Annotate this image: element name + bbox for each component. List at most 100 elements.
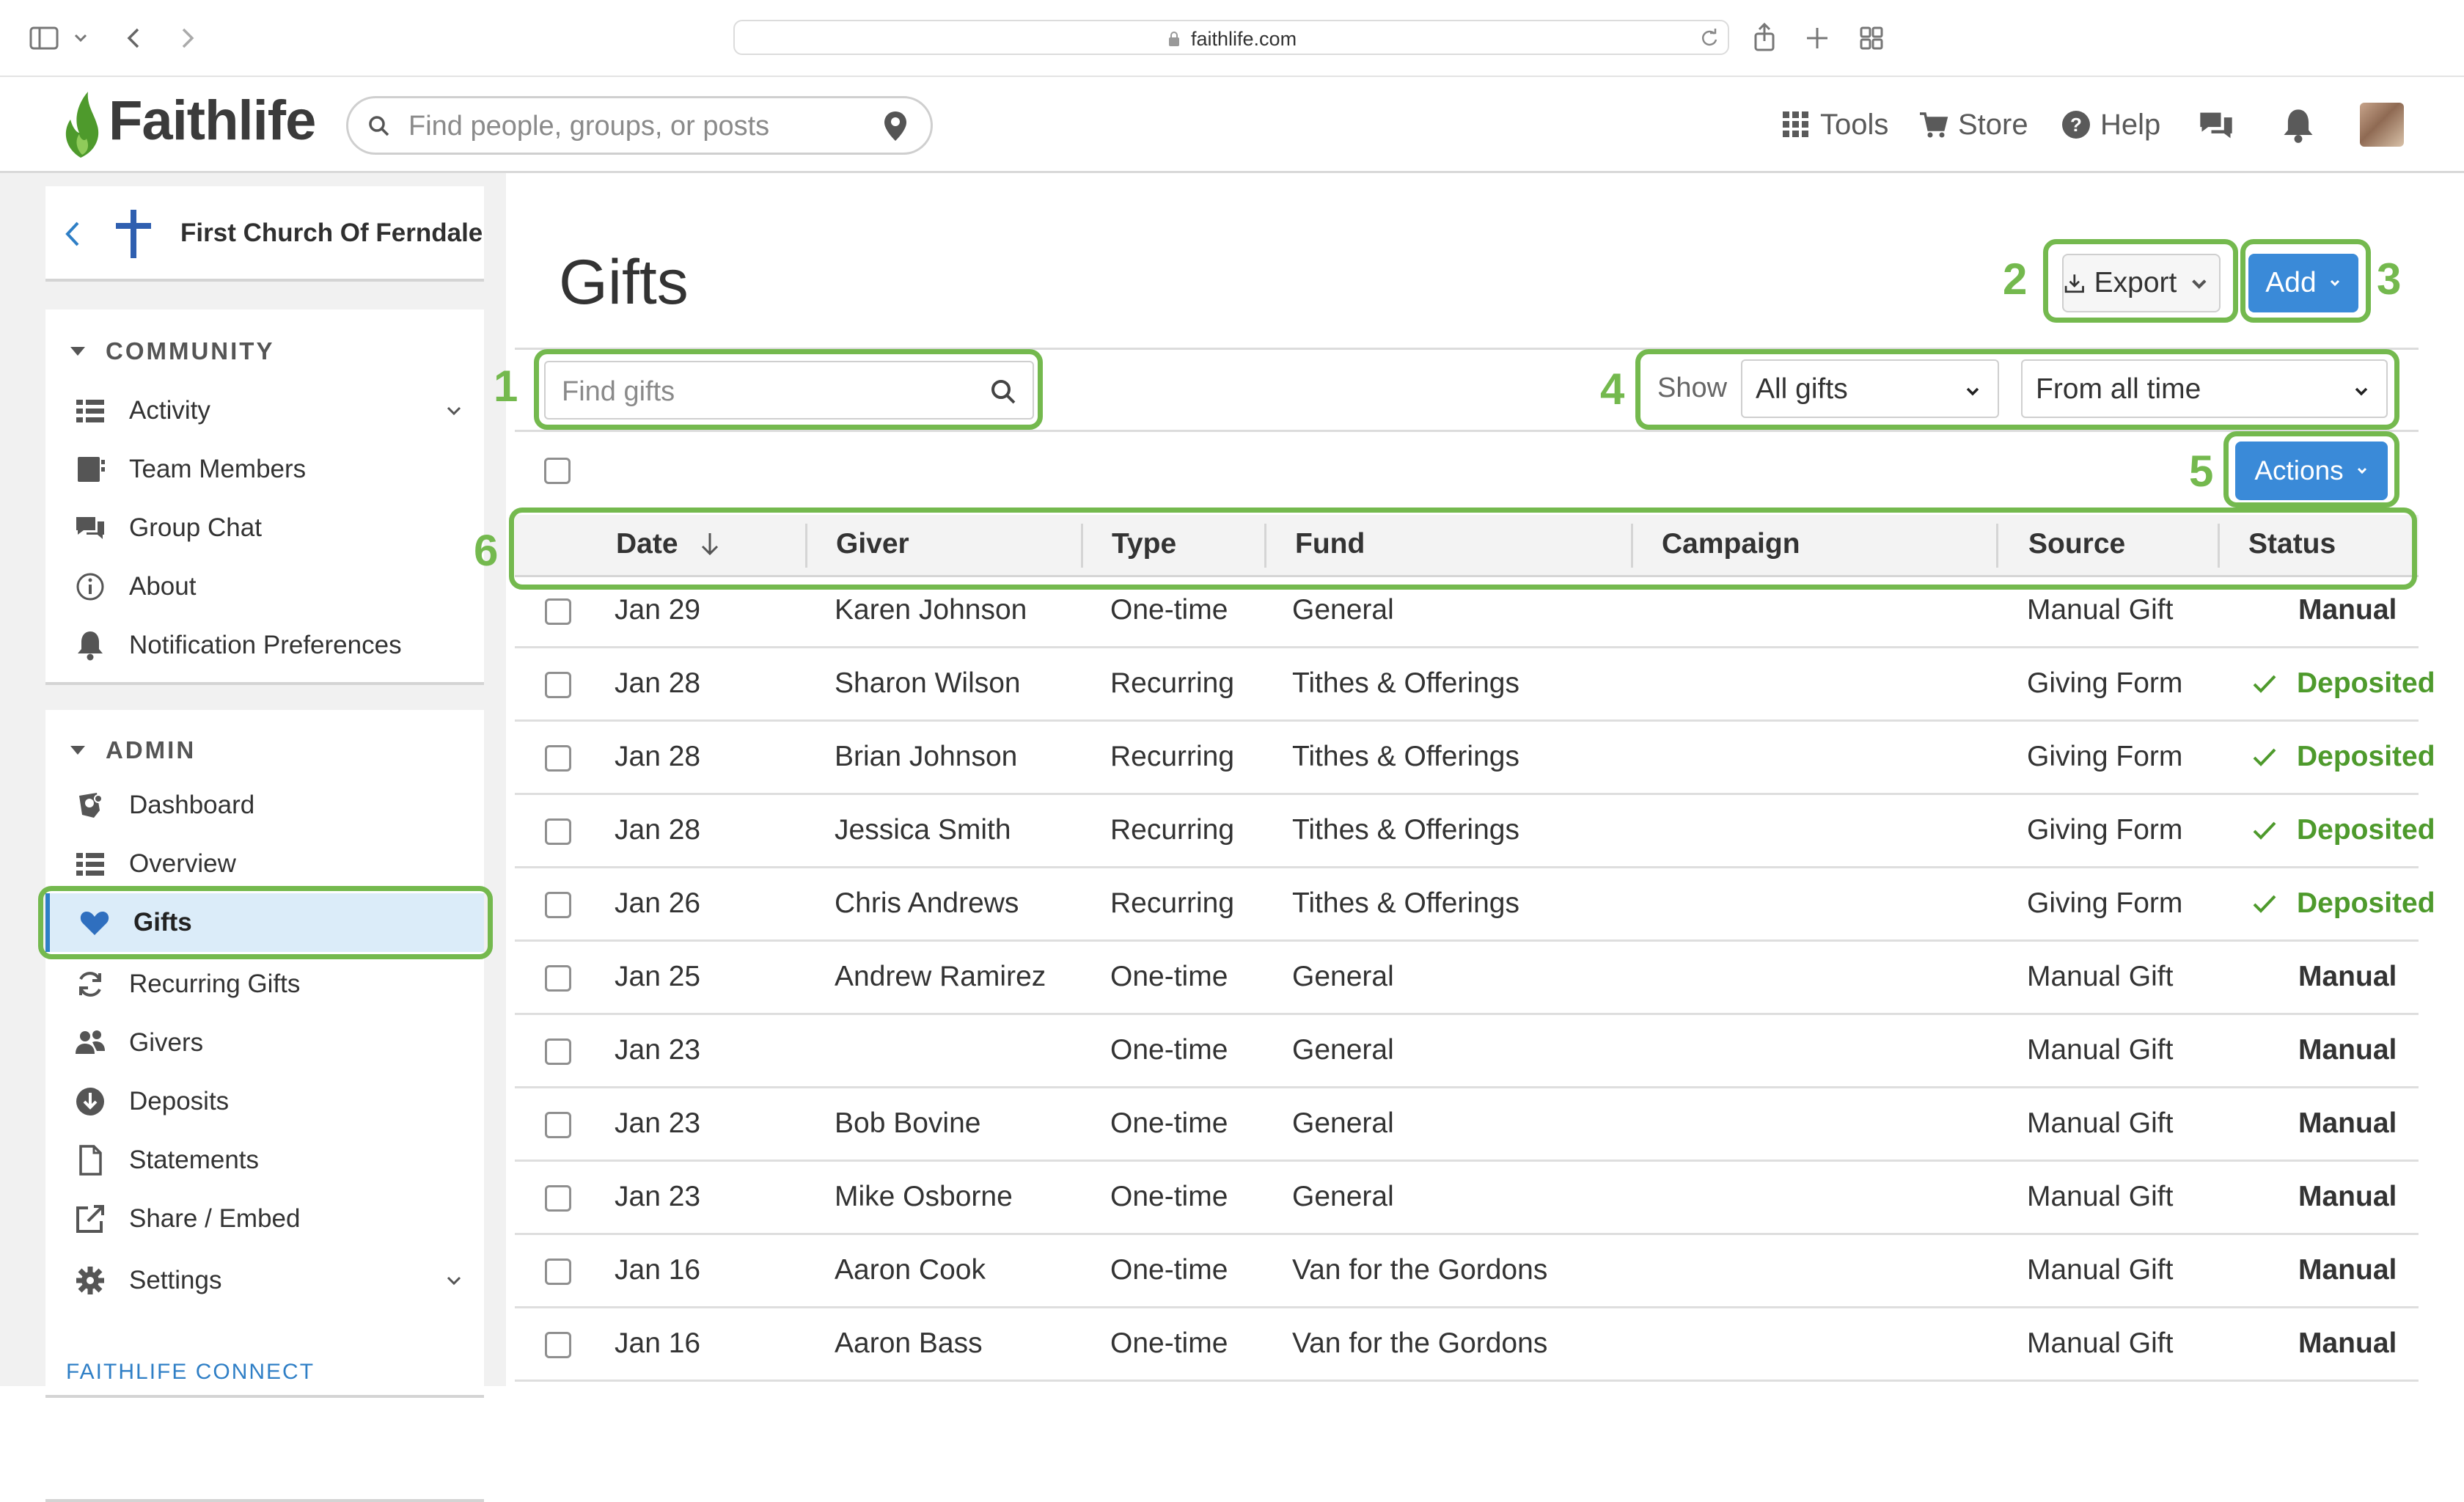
select-all-checkbox[interactable] [544, 458, 571, 484]
callout-number: 3 [2377, 254, 2402, 304]
cell-date: Jan 28 [615, 667, 701, 699]
row-checkbox[interactable] [545, 818, 571, 845]
status-text: Deposited [2297, 667, 2435, 699]
admin-heading[interactable]: ADMIN [70, 736, 196, 764]
cell-fund: General [1292, 1034, 1394, 1066]
sidebar-item-overview[interactable]: Overview [45, 835, 484, 893]
sidebar-item-dashboard[interactable]: Dashboard [45, 776, 484, 835]
sidebar-item-activity[interactable]: Activity [45, 381, 484, 440]
sidebar-item-deposits[interactable]: Deposits [45, 1072, 484, 1131]
share-browser-icon[interactable] [1747, 21, 1782, 56]
sidebar-item-team-members[interactable]: Team Members [45, 440, 484, 499]
help-link[interactable]: ? Help [2061, 99, 2160, 150]
overview-list-icon [76, 853, 104, 876]
location-pin-icon[interactable] [881, 109, 910, 144]
sidebar-item-group-chat[interactable]: Group Chat [45, 499, 484, 557]
status-text: Manual [2298, 1254, 2397, 1286]
cell-type: Recurring [1110, 667, 1235, 699]
global-search-input[interactable] [407, 107, 850, 145]
cell-type: One-time [1110, 1327, 1228, 1359]
messages-icon[interactable] [2197, 106, 2235, 144]
gear-icon [76, 1267, 104, 1294]
row-checkbox[interactable] [545, 1185, 571, 1212]
share-icon [76, 1205, 104, 1233]
cell-status: Manual [2298, 1327, 2397, 1360]
table-row[interactable]: Jan 28 Jessica Smith Recurring Tithes & Off… [515, 795, 2435, 868]
row-checkbox[interactable] [545, 745, 571, 772]
callout-filters-highlight [1635, 349, 2399, 430]
sidebar-item-settings[interactable]: Settings [45, 1251, 484, 1310]
callout-gifts-nav-highlight [38, 886, 493, 959]
cell-status: Manual [2298, 1034, 2397, 1066]
cell-date: Jan 23 [615, 1034, 701, 1066]
table-row[interactable]: Jan 16 Aaron Bass One-time Van for the Gord… [515, 1308, 2419, 1382]
table-row[interactable]: Jan 23 Mike Osborne One-time General Manual … [515, 1162, 2419, 1235]
cell-giver: Sharon Wilson [835, 667, 1021, 699]
chevron-down-icon[interactable] [70, 21, 91, 56]
callout-add-highlight [2240, 239, 2371, 323]
row-checkbox[interactable] [545, 1259, 571, 1285]
status-text: Manual [2298, 1107, 2397, 1139]
status-text: Deposited [2297, 887, 2435, 919]
chevron-down-icon[interactable] [443, 1270, 465, 1292]
row-checkbox[interactable] [545, 598, 571, 625]
sidebar-item-givers[interactable]: Givers [45, 1014, 484, 1072]
sidebar-item-recurring-gifts[interactable]: Recurring Gifts [45, 955, 484, 1014]
table-row[interactable]: Jan 28 Sharon Wilson Recurring Tithes & Off… [515, 648, 2435, 722]
logo-text[interactable]: Faithlife [109, 89, 316, 153]
faithlife-connect-heading[interactable]: FAITHLIFE CONNECT [66, 1360, 315, 1385]
notifications-bell-icon[interactable] [2279, 106, 2317, 144]
table-row[interactable]: Jan 26 Chris Andrews Recurring Tithes & Off… [515, 868, 2435, 942]
row-checkbox[interactable] [545, 1038, 571, 1065]
table-row[interactable]: Jan 25 Andrew Ramirez One-time General Manua… [515, 942, 2419, 1015]
row-checkbox[interactable] [545, 892, 571, 918]
cell-fund: Van for the Gordons [1292, 1254, 1548, 1286]
help-icon: ? [2062, 111, 2090, 139]
new-tab-icon[interactable] [1800, 21, 1835, 56]
cell-source: Manual Gift [2027, 1181, 2174, 1212]
cell-status: Deposited [2250, 667, 2435, 700]
row-checkbox[interactable] [545, 672, 571, 698]
cart-icon [1920, 112, 1948, 138]
sidebar-item-statements[interactable]: Statements [45, 1131, 484, 1190]
cell-status: Manual [2298, 1107, 2397, 1140]
row-checkbox[interactable] [545, 1112, 571, 1138]
back-icon[interactable] [117, 21, 153, 56]
url-text: faithlife.com [1191, 28, 1297, 50]
checkmark-icon [2253, 821, 2276, 840]
cell-date: Jan 29 [615, 594, 701, 626]
faithlife-logo-icon[interactable] [56, 87, 107, 161]
user-avatar[interactable] [2360, 103, 2404, 147]
cell-fund: Tithes & Offerings [1292, 741, 1519, 772]
cell-giver: Chris Andrews [835, 887, 1019, 919]
table-row[interactable]: Jan 28 Brian Johnson Recurring Tithes & Off… [515, 722, 2435, 795]
chevron-down-icon[interactable] [443, 400, 465, 422]
table-row[interactable]: Jan 23 Bob Bovine One-time General Manual Gi… [515, 1088, 2419, 1162]
tools-link[interactable]: Tools [1781, 99, 1888, 150]
sidebar-item-share-embed[interactable]: Share / Embed [45, 1190, 484, 1248]
cell-source: Manual Gift [2027, 1327, 2174, 1359]
forward-icon[interactable] [169, 21, 204, 56]
callout-number: 1 [494, 362, 518, 411]
table-row[interactable]: Jan 16 Aaron Cook One-time Van for the Gord… [515, 1235, 2419, 1308]
table-row[interactable]: Jan 23 One-time General Manual Gift Manual [515, 1015, 2419, 1088]
collapse-triangle-icon [70, 347, 85, 356]
global-search[interactable] [346, 96, 933, 155]
cell-type: One-time [1110, 1181, 1228, 1212]
cell-type: One-time [1110, 594, 1228, 626]
church-name[interactable]: First Church Of Ferndale [180, 219, 483, 248]
sidebar-item-notification-preferences[interactable]: Notification Preferences [45, 616, 484, 675]
reload-icon[interactable] [1698, 27, 1720, 49]
community-heading[interactable]: COMMUNITY [70, 337, 274, 365]
checkmark-icon [2253, 895, 2276, 913]
row-checkbox[interactable] [545, 1332, 571, 1358]
deposits-icon [76, 1088, 104, 1115]
sidebar-toggle-icon[interactable] [26, 21, 62, 56]
grid-icon [1783, 111, 1808, 137]
row-checkbox[interactable] [545, 965, 571, 992]
sidebar-item-about[interactable]: About [45, 557, 484, 616]
address-bar[interactable]: faithlife.com [733, 20, 1729, 55]
back-chevron-icon[interactable] [62, 217, 84, 251]
tab-overview-icon[interactable] [1854, 21, 1889, 56]
store-link[interactable]: Store [1918, 99, 2028, 150]
